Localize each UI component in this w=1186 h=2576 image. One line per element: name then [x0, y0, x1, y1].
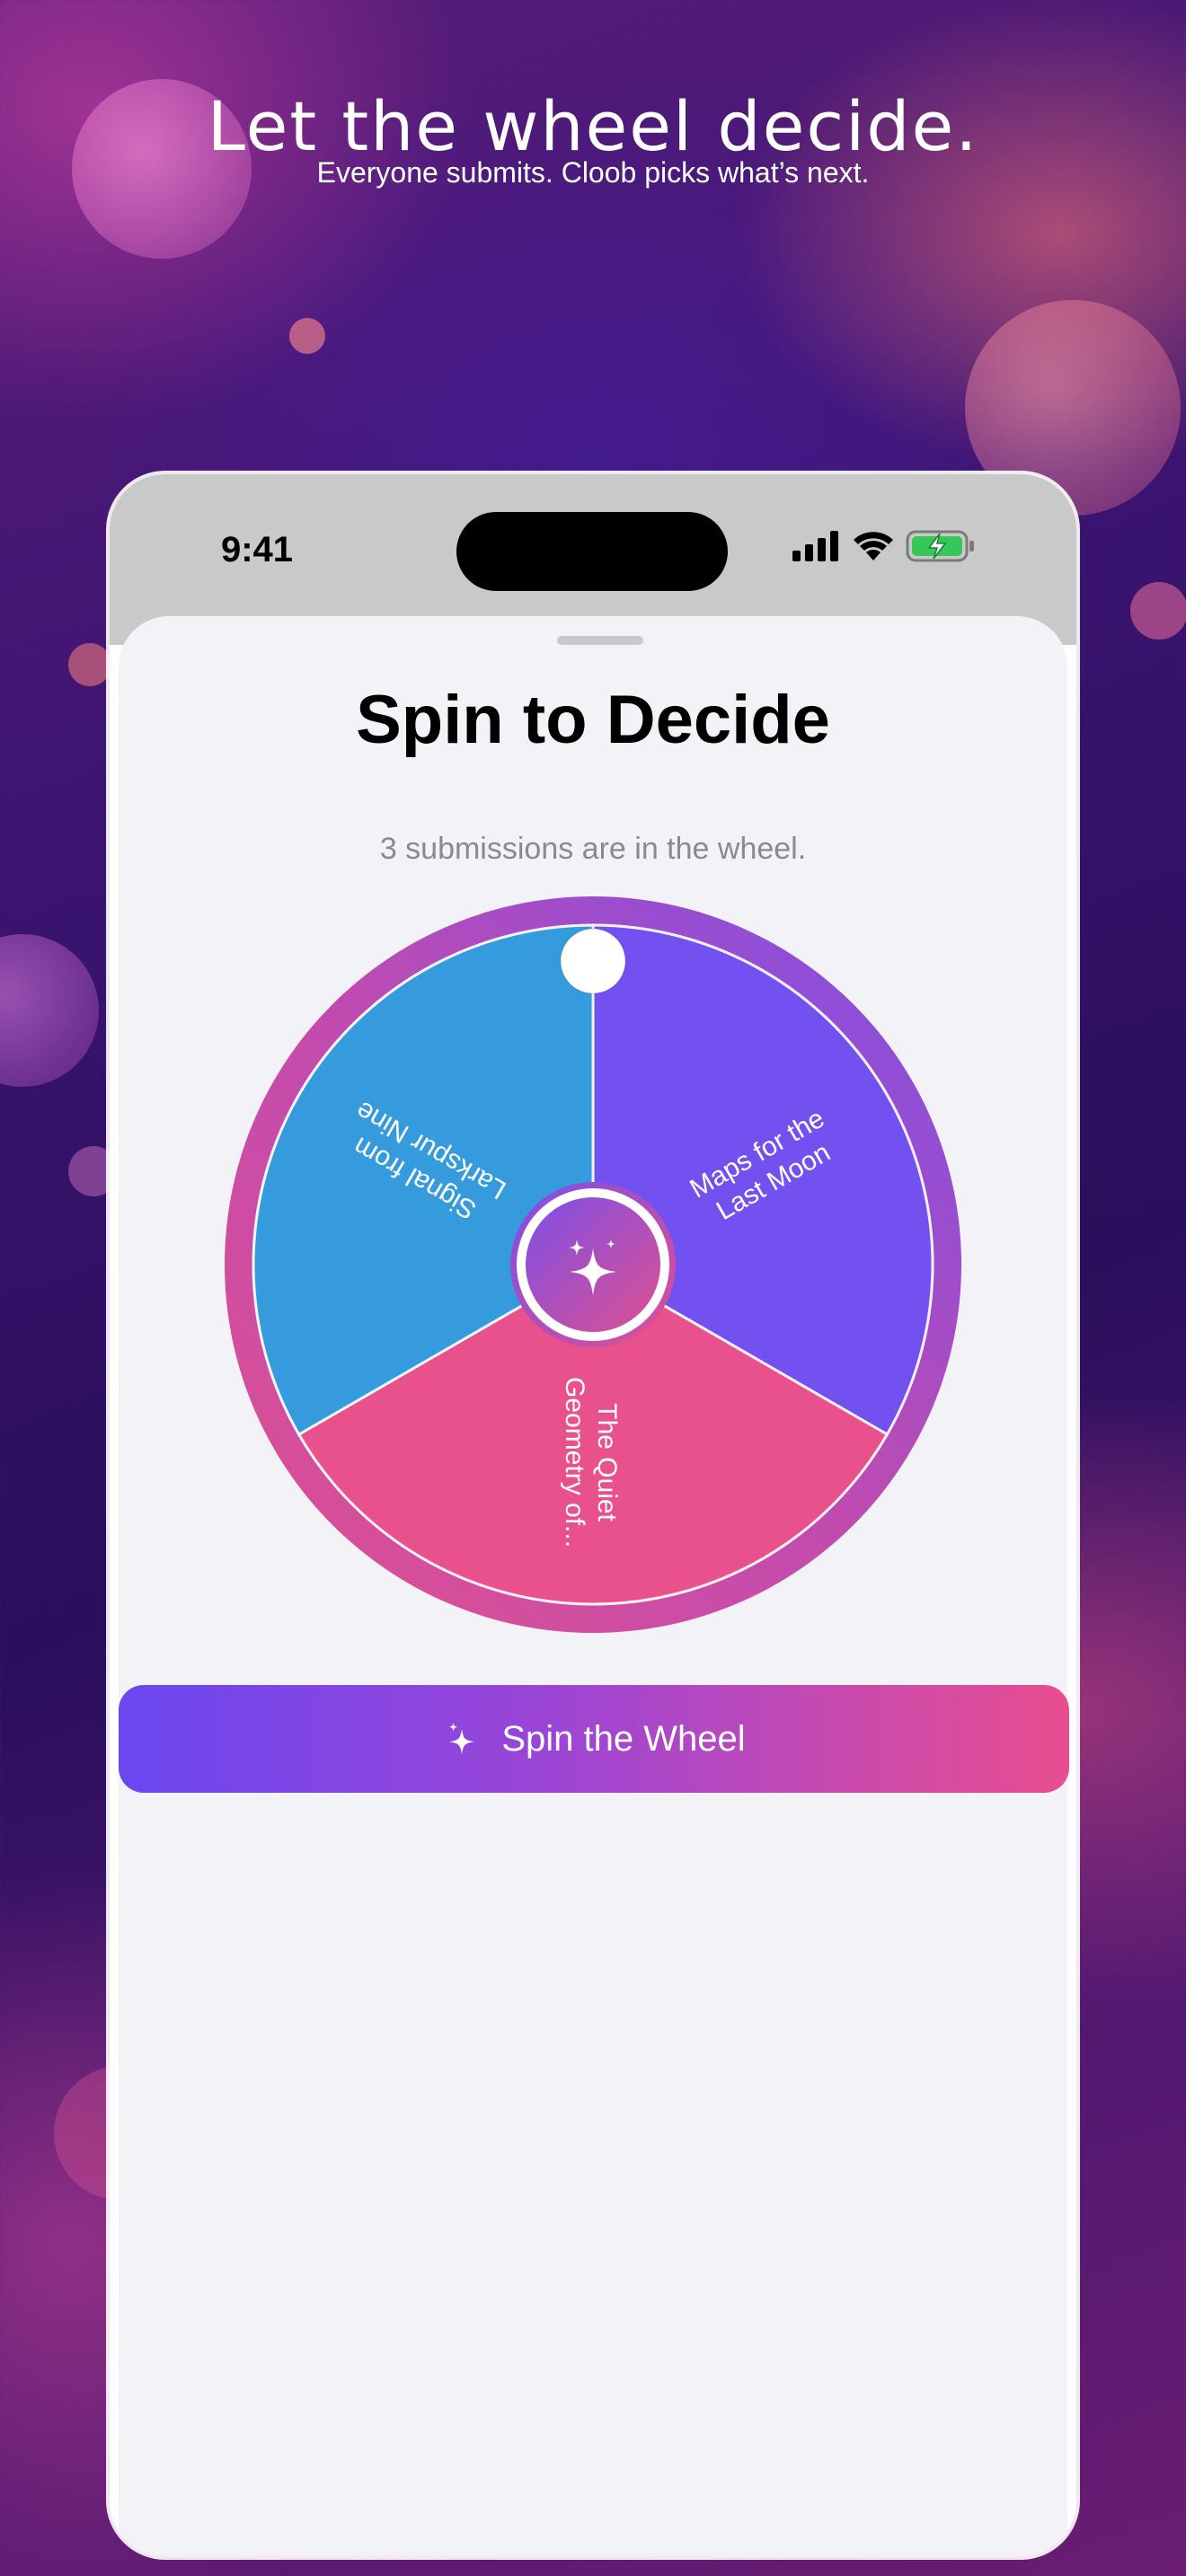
wifi-icon	[854, 532, 893, 560]
battery-charging-icon	[906, 530, 974, 562]
status-icons	[791, 528, 976, 564]
background-orb	[68, 643, 111, 686]
spin-the-wheel-button[interactable]: Spin the Wheel	[119, 1685, 1069, 1793]
spin-wheel[interactable]: Maps for theLast MoonThe QuietGeometry o…	[225, 896, 961, 1633]
spin-button-label: Spin the Wheel	[501, 1718, 746, 1759]
submission-count-text: 3 submissions are in the wheel.	[379, 832, 807, 866]
sparkles-icon	[448, 1722, 475, 1754]
promo-headline: Let the wheel decide.	[207, 86, 979, 166]
background-orb	[1130, 582, 1186, 640]
wheel-pointer	[560, 928, 626, 994]
page-title: Spin to Decide	[356, 682, 830, 758]
background-orb	[289, 318, 325, 354]
promo-subheadline: Everyone submits. Cloob picks what’s nex…	[316, 156, 870, 189]
phone-frame: 9:41 Spin to Decide 3 submissions are in…	[110, 474, 1076, 2556]
background-orb	[0, 934, 99, 1087]
dynamic-island	[456, 512, 728, 591]
status-time: 9:41	[220, 530, 294, 569]
cellular-signal-icon	[792, 531, 838, 561]
sheet-grabber[interactable]	[557, 636, 643, 645]
bottom-sheet: Spin to Decide 3 submissions are in the …	[119, 616, 1069, 2556]
